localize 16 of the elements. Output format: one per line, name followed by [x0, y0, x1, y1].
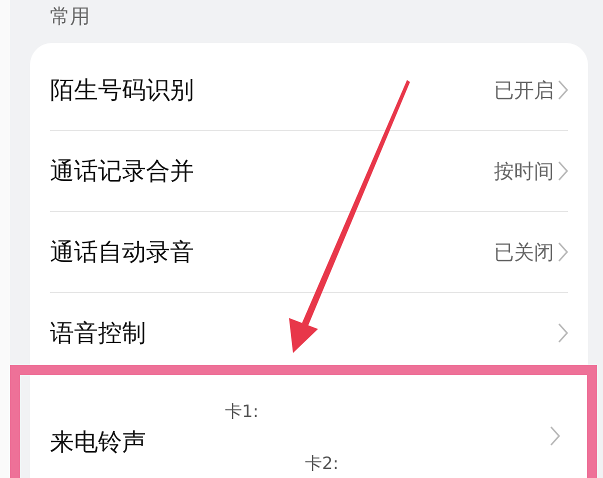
section-title: 常用: [50, 4, 90, 28]
setting-label[interactable]: 通话记录合并: [50, 155, 194, 187]
setting-value: 已关闭: [494, 238, 554, 266]
sim-card-label: 卡2:: [305, 453, 339, 475]
setting-value: 按时间: [494, 158, 554, 184]
chevron-icon: [550, 426, 560, 446]
setting-label[interactable]: 通话自动录音: [50, 236, 194, 268]
setting-label[interactable]: 来电铃声: [50, 426, 146, 458]
setting-label[interactable]: 语音控制: [50, 317, 146, 349]
setting-label[interactable]: 陌生号码识别: [50, 74, 194, 106]
chevron-icon: [558, 80, 568, 100]
chevron-icon: [558, 161, 568, 181]
chevron-icon: [558, 323, 568, 343]
sim-card-label: 卡1:: [225, 401, 259, 423]
chevron-icon: [558, 242, 568, 262]
setting-value: 已开启: [494, 76, 554, 104]
